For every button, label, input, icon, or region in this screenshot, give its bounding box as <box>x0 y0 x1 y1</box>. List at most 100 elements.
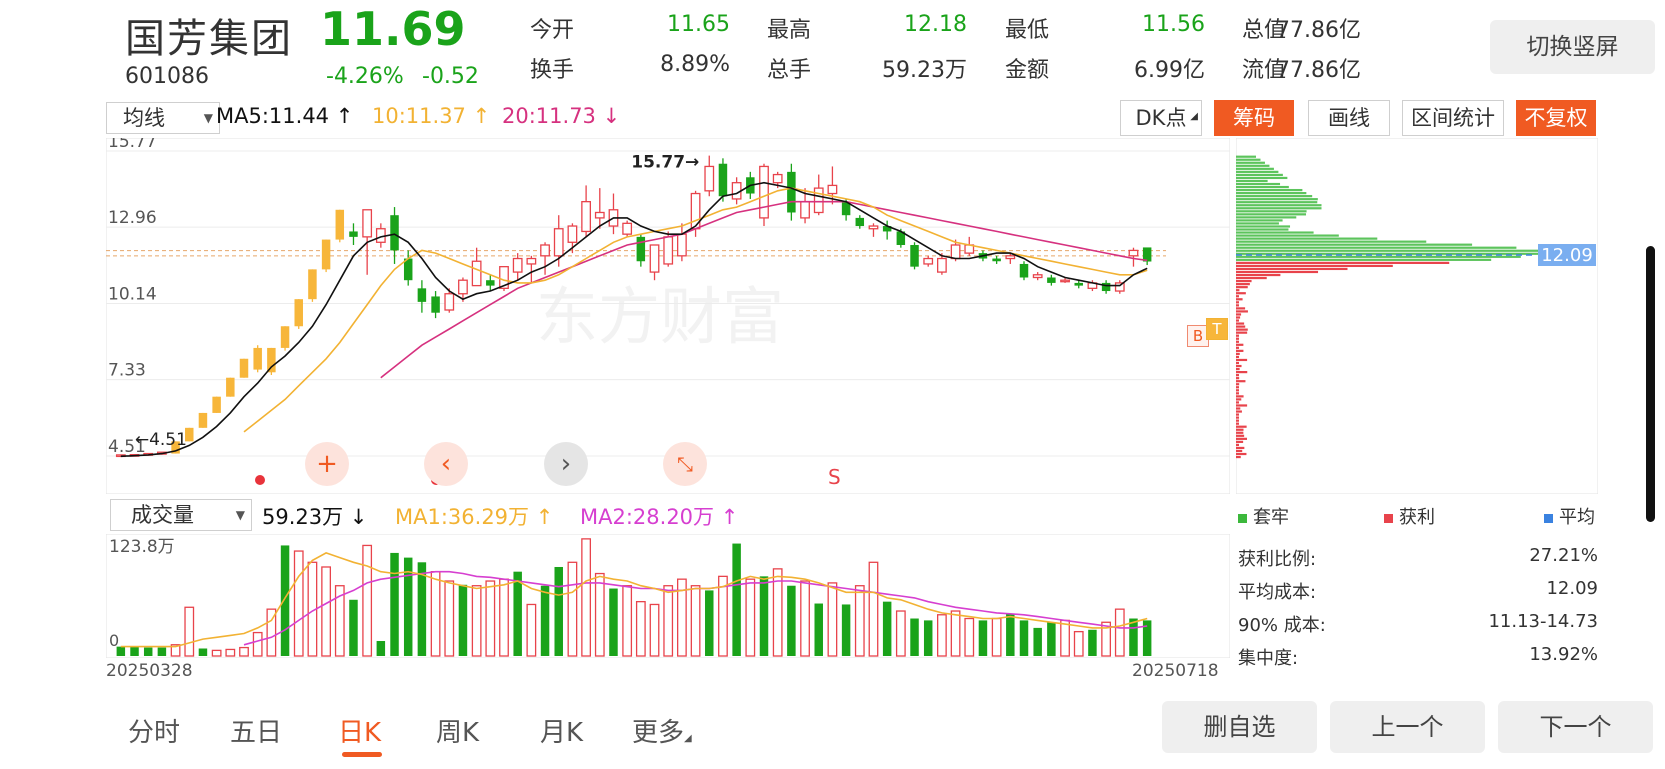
tab-1[interactable]: 五日 <box>230 712 282 749</box>
tab-2[interactable]: 日K <box>338 712 381 749</box>
volume-bar <box>951 611 959 656</box>
candle-body <box>363 210 371 237</box>
chip-bar <box>1236 380 1245 382</box>
chip-bar <box>1236 228 1288 230</box>
quote-value: 77.86亿 <box>1276 52 1396 84</box>
tab-label: 更多 <box>632 718 684 748</box>
candle-body <box>650 245 658 272</box>
volume-bar <box>746 579 754 656</box>
switch-portrait-button[interactable]: 切换竖屏 <box>1490 20 1655 74</box>
zoom-in-button[interactable]: + <box>305 442 349 486</box>
chip-bar <box>1236 204 1322 206</box>
t-badge[interactable]: T <box>1206 318 1228 340</box>
quote-value: 11.56 <box>1085 12 1205 37</box>
candle-body <box>869 226 877 229</box>
volume-bar <box>527 604 535 656</box>
chip-bar <box>1236 374 1239 376</box>
candle-body <box>1006 256 1014 259</box>
next-stock-button[interactable]: 下一个 <box>1498 701 1653 753</box>
chip-bar <box>1236 401 1239 403</box>
tab-label: 五日 <box>230 718 282 748</box>
candle-body <box>705 166 713 190</box>
volume-chart[interactable]: 123.8万 0 <box>106 534 1230 658</box>
volume-bar <box>431 572 439 656</box>
draw-line-button[interactable]: 画线 <box>1308 100 1390 136</box>
price-tick: 12.96 <box>108 208 157 228</box>
chip-bar <box>1236 286 1248 288</box>
chip-bar <box>1236 216 1296 218</box>
scroll-right-button[interactable]: › <box>544 442 588 486</box>
chip-button[interactable]: 筹码 <box>1214 100 1294 136</box>
volume-bar <box>965 619 973 656</box>
chip-bar <box>1236 274 1280 276</box>
volume-bar <box>130 647 138 656</box>
range-stats-button[interactable]: 区间统计 <box>1402 100 1504 136</box>
candle-body <box>294 299 302 326</box>
chip-bar <box>1236 301 1239 303</box>
quote-label: 最低 <box>1005 12 1049 44</box>
volume-bar <box>363 545 371 656</box>
candle-body <box>336 210 344 240</box>
remove-favorite-button[interactable]: 删自选 <box>1162 701 1317 753</box>
candle-body <box>281 326 289 348</box>
vertical-scrollbar[interactable] <box>1646 246 1655 522</box>
candle-body <box>596 212 604 217</box>
candle-body <box>924 259 932 264</box>
volume-bar <box>322 567 330 656</box>
price-tick: 7.33 <box>108 361 146 381</box>
chip-bar <box>1236 325 1245 327</box>
date-end: 20250718 <box>1132 661 1219 681</box>
chip-bar <box>1236 432 1243 434</box>
volume-bar <box>212 650 220 656</box>
volume-bar <box>1047 622 1055 656</box>
volume-bar <box>158 648 166 656</box>
chip-stat-label: 获利比例: <box>1238 545 1316 571</box>
dk-point-button[interactable]: DK点 ◢ <box>1120 100 1202 136</box>
tab-label: 日K <box>338 718 381 748</box>
legend-swatch <box>1238 514 1247 523</box>
quote-label: 最高 <box>767 12 811 44</box>
scroll-left-button[interactable]: ‹ <box>424 442 468 486</box>
volume-bar <box>199 649 207 656</box>
kline-chart[interactable]: 东方财富 15.7712.9610.147.334.51 15.77→ ←4.5… <box>106 138 1230 494</box>
volume-axis-top: 123.8万 <box>109 537 175 557</box>
tab-0[interactable]: 分时 <box>128 712 180 749</box>
chip-bar <box>1236 262 1449 264</box>
chip-bar <box>1236 389 1239 391</box>
candle-body <box>787 172 795 213</box>
chip-bar <box>1236 447 1244 449</box>
chip-bar <box>1236 365 1242 367</box>
chip-bar <box>1236 250 1541 252</box>
price-tick: 15.77 <box>108 138 157 152</box>
chevron-right-icon: › <box>561 449 571 479</box>
tab-4[interactable]: 月K <box>540 712 583 749</box>
chip-bar <box>1236 210 1307 212</box>
tab-3[interactable]: 周K <box>436 712 479 749</box>
indicator-select[interactable]: 均线 ▼ <box>106 102 220 134</box>
chip-bar <box>1236 247 1516 249</box>
candle-body <box>253 348 261 370</box>
chip-bar <box>1236 280 1252 282</box>
candle-body <box>828 185 836 193</box>
candle-body <box>1047 277 1055 282</box>
watermark: 东方财富 <box>536 280 784 353</box>
volume-bar <box>486 581 494 656</box>
chip-bar <box>1236 277 1267 279</box>
chip-bar <box>1236 310 1248 312</box>
candle-body <box>212 397 220 413</box>
candle-body <box>1020 264 1028 278</box>
tab-5[interactable]: 更多◢ <box>632 712 692 749</box>
volume-bar <box>992 619 1000 656</box>
no-adjust-button[interactable]: 不复权 <box>1516 100 1596 136</box>
zoom-out-button[interactable]: ⤡ <box>663 442 707 486</box>
chip-bar <box>1236 329 1248 331</box>
chip-bar <box>1236 289 1239 291</box>
chip-stat-value: 13.92% <box>1440 644 1598 665</box>
chip-bar <box>1236 450 1242 452</box>
candle-body <box>349 231 357 236</box>
volume-bar <box>582 539 590 656</box>
quote-label: 金额 <box>1005 52 1049 84</box>
previous-stock-button[interactable]: 上一个 <box>1330 701 1485 753</box>
volume-indicator-select[interactable]: 成交量 ▼ <box>110 499 252 531</box>
indicator-select-label: 均线 <box>123 106 165 130</box>
